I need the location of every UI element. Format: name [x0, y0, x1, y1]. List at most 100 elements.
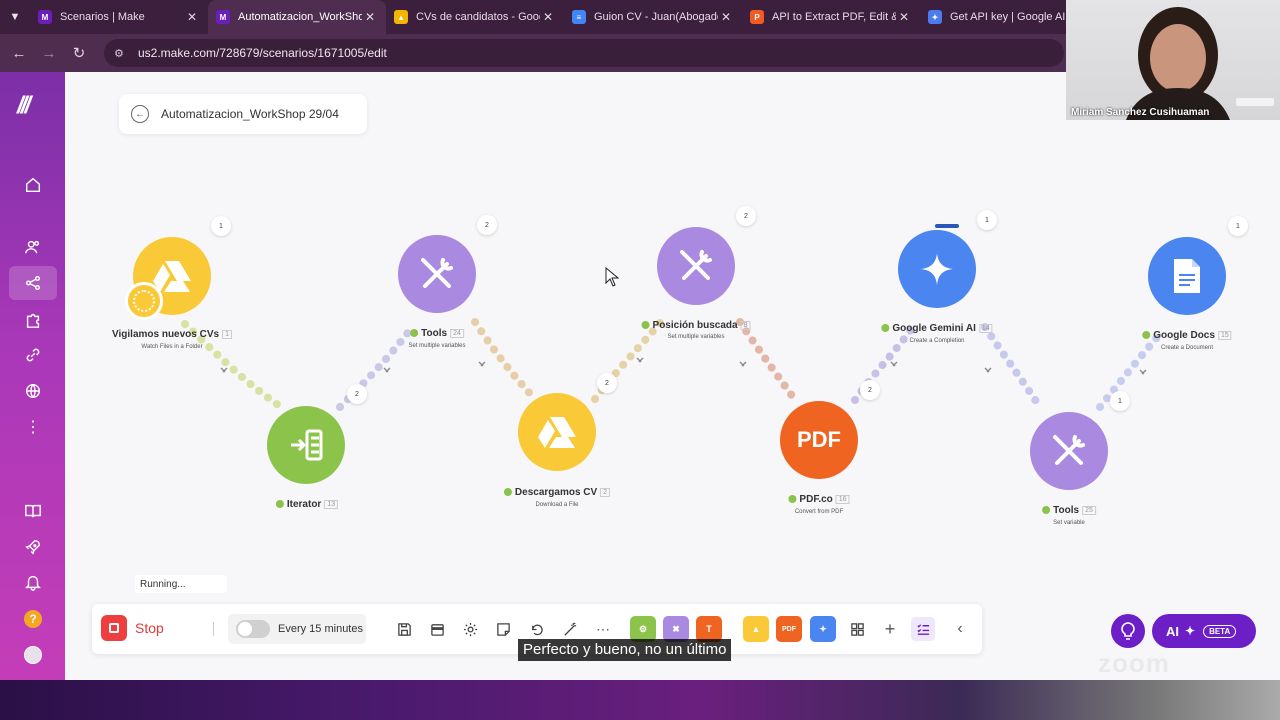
module-number: 13	[324, 500, 339, 509]
presenter-silhouette	[1126, 7, 1274, 120]
url-text: us2.make.com/728679/scenarios/1671005/ed…	[138, 46, 387, 60]
module-google-docs[interactable]	[1148, 237, 1226, 315]
tab-title: CVs de candidatos - Goog	[416, 11, 540, 23]
close-tab-icon[interactable]: ✕	[540, 10, 556, 24]
forward-icon[interactable]: →	[34, 45, 64, 62]
status-dot	[275, 500, 284, 508]
operations-badge[interactable]: 1	[1110, 391, 1130, 411]
save-icon[interactable]	[392, 617, 416, 641]
make-icon: M	[216, 10, 230, 24]
video-subtitle: Perfecto y bueno, no un último	[518, 639, 732, 661]
lightbulb-button[interactable]	[1111, 614, 1145, 648]
gemini-icon	[921, 253, 953, 285]
google-drive-icon[interactable]: ▲	[743, 616, 769, 642]
operations-badge[interactable]: 2	[597, 373, 617, 393]
bell-icon[interactable]	[9, 567, 57, 597]
tab-title: Automatizacion_WorkShop	[238, 11, 362, 23]
operations-badge[interactable]: 1	[211, 216, 231, 236]
reload-icon[interactable]: ↻	[64, 44, 94, 62]
notes-icon[interactable]	[491, 617, 515, 641]
home-icon[interactable]	[9, 170, 57, 200]
url-field[interactable]: ⚙ us2.make.com/728679/scenarios/1671005/…	[104, 39, 1064, 67]
link-icon[interactable]	[9, 340, 57, 370]
operations-badge[interactable]: 2	[477, 215, 497, 235]
close-tab-icon[interactable]: ✕	[184, 10, 200, 24]
gemini-icon[interactable]: ✦	[810, 616, 836, 642]
auto-align-wand-icon[interactable]	[558, 617, 582, 641]
book-icon[interactable]	[9, 496, 57, 526]
module-label: Google Docs 15	[1142, 330, 1232, 341]
globe-icon[interactable]	[9, 376, 57, 406]
module-label: Tools 25	[1042, 505, 1096, 516]
ai-assistant-button[interactable]: AI ✦ BETA	[1152, 614, 1256, 648]
operations-badge[interactable]: 2	[736, 206, 756, 226]
module-label: Google Gemini AI 14	[881, 323, 993, 334]
module-name: Tools	[421, 328, 448, 339]
ai-label: AI	[1166, 623, 1179, 639]
collapse-chevron-icon[interactable]: ‹	[948, 617, 972, 641]
module-label: Vigilamos nuevos CVs 1	[112, 329, 232, 340]
close-tab-icon[interactable]: ✕	[362, 10, 378, 24]
module-name: Iterator	[286, 499, 322, 510]
team-icon[interactable]	[9, 232, 57, 262]
rocket-icon[interactable]	[9, 532, 57, 562]
module-tools[interactable]	[657, 227, 735, 305]
connection-path	[981, 323, 1044, 411]
schedule-switch[interactable]	[236, 620, 270, 638]
browser-tab[interactable]: M Scenarios | Make ✕	[30, 0, 208, 34]
site-info-icon[interactable]: ⚙	[114, 47, 128, 60]
scenario-canvas[interactable]: ← Automatizacion_WorkShop 29/04 1 Vigila…	[65, 72, 1280, 680]
grid-apps-icon[interactable]	[845, 617, 869, 641]
browser-tab[interactable]: P API to Extract PDF, Edit & C ✕	[742, 0, 920, 34]
schedule-toggle[interactable]: Every 15 minutes	[228, 614, 366, 644]
module-number: 1	[222, 330, 232, 339]
add-icon[interactable]: +	[878, 617, 902, 641]
status-dot	[881, 324, 890, 332]
browser-tab[interactable]: ▲ CVs de candidatos - Goog ✕	[386, 0, 564, 34]
filter-wrench-icon	[890, 361, 898, 367]
module-pdf-co[interactable]: PDF	[780, 401, 858, 479]
make-logo-icon[interactable]: ///	[17, 92, 31, 120]
avatar[interactable]	[9, 640, 57, 670]
module-subtitle: Set variable	[1053, 520, 1085, 526]
scheduling-icon[interactable]	[425, 617, 449, 641]
checklist-icon[interactable]	[911, 617, 935, 641]
browser-tab[interactable]: ≡ Guion CV - Juan(Abogado) ✕	[564, 0, 742, 34]
schedule-clock-icon[interactable]	[125, 282, 163, 320]
more-horizontal-icon[interactable]: ⋯	[591, 617, 615, 641]
google-drive-icon	[538, 417, 576, 448]
settings-gear-icon[interactable]	[458, 617, 482, 641]
operations-badge[interactable]: 2	[347, 384, 367, 404]
tab-search-icon[interactable]: ▼	[0, 0, 30, 34]
google-docs-icon	[1174, 259, 1200, 293]
operations-badge[interactable]: 1	[977, 210, 997, 230]
operations-badge[interactable]: 2	[860, 380, 880, 400]
module-name: Google Gemini AI	[892, 323, 976, 334]
operations-badge[interactable]: 1	[1228, 216, 1248, 236]
participant-name: Miriam Sanchez Cusihuaman	[1071, 107, 1210, 118]
pdf-co-icon[interactable]: PDF	[776, 616, 802, 642]
module-tools[interactable]	[398, 235, 476, 313]
stop-button[interactable]: Stop	[101, 615, 164, 641]
scenarios-share-icon[interactable]	[9, 266, 57, 300]
module-iterator[interactable]	[267, 406, 345, 484]
module-label: Tools 24	[410, 328, 464, 339]
undo-icon[interactable]	[524, 617, 548, 641]
back-icon[interactable]: ←	[4, 45, 34, 62]
module-name: Descargamos CV	[514, 487, 598, 498]
browser-tab-active[interactable]: M Automatizacion_WorkShop ✕	[208, 0, 386, 34]
puzzle-icon[interactable]	[9, 305, 57, 335]
module-tools[interactable]	[1030, 412, 1108, 490]
module-google-gemini[interactable]	[898, 230, 976, 308]
module-google-drive-download[interactable]	[518, 393, 596, 471]
module-name: PDF.co	[799, 494, 833, 505]
connection-path	[1096, 330, 1164, 411]
close-tab-icon[interactable]: ✕	[896, 10, 912, 24]
more-vertical-icon[interactable]: ⋮	[9, 412, 57, 442]
close-tab-icon[interactable]: ✕	[718, 10, 734, 24]
tab-title: API to Extract PDF, Edit & C	[772, 11, 896, 23]
module-subtitle: Download a File	[535, 502, 579, 508]
module-connections	[181, 313, 1164, 411]
help-icon[interactable]: ?	[9, 604, 57, 634]
module-name: Vigilamos nuevos CVs	[112, 329, 220, 340]
